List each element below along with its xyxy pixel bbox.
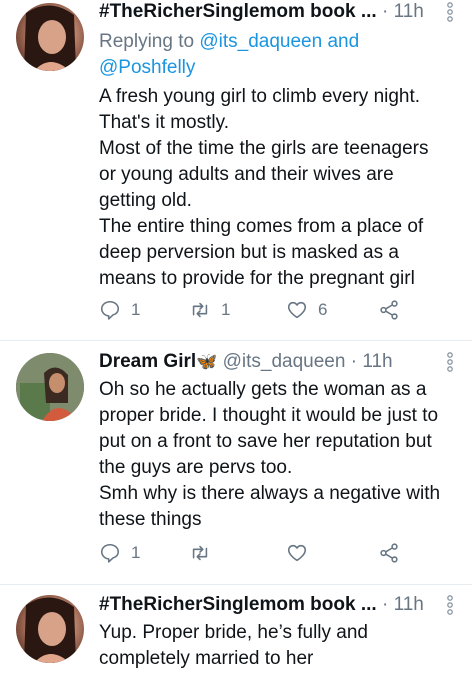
tweet-line: completely married to her [99,648,314,669]
tweet-line: means to provide for the pregnant girl [99,268,415,289]
tweet-header: Dream Girl🦋 @its_daqueen · 11h [99,351,456,377]
heart-icon [287,544,307,562]
mention-link[interactable]: @Poshfelly [99,57,195,78]
username[interactable]: @its_daqueen [223,351,346,372]
retweet-icon [192,302,208,318]
tweet-line: these things [99,509,202,530]
tweet[interactable]: Dream Girl🦋 @its_daqueen · 11h Oh so he … [0,341,472,586]
tweet-header: #TheRicherSinglemom book ... · 11h [99,1,456,27]
butterfly-emoji: 🦋 [196,352,218,371]
timestamp[interactable]: 11h [394,594,424,615]
more-vertical-icon[interactable] [446,351,454,373]
tweet-header: #TheRicherSinglemom book ... · 11h [99,594,456,620]
more-vertical-icon[interactable] [446,594,454,616]
display-name[interactable]: #TheRicherSinglemom book ... [99,594,377,615]
more-vertical-icon[interactable] [446,1,454,23]
tweet[interactable]: #TheRicherSinglemom book ... · 11h Yup. … [0,585,472,685]
reply-icon [100,300,120,320]
tweet-line: getting old. [99,190,192,211]
retweet-icon [192,545,208,561]
retweet-button[interactable]: 1 [189,295,230,325]
tweet-actions: 1 [99,538,419,568]
reply-icon [100,543,120,563]
tweet-line: That's it mostly. [99,112,229,133]
share-icon [380,543,398,563]
like-button[interactable] [286,538,308,568]
avatar[interactable] [16,353,84,421]
retweet-button[interactable] [189,538,211,568]
tweet-line: deep perversion but is masked as a [99,242,399,263]
tweet-line: or young adults and their wives are [99,164,394,185]
replying-to-and: and [322,31,360,52]
tweet-text: Oh so he actually gets the woman as a pr… [99,377,456,533]
avatar[interactable] [16,595,84,663]
display-name[interactable]: Dream Girl [99,351,196,372]
tweet-line: Smh why is there always a negative with [99,483,441,504]
tweet-line: Yup. Proper bride, he’s fully and [99,622,368,643]
display-name[interactable]: #TheRicherSinglemom book ... [99,1,377,22]
separator-dot: · [350,351,358,372]
retweet-count: 1 [221,300,231,319]
tweet-line: put on a front to save her reputation bu… [99,431,432,452]
share-button[interactable] [378,295,400,325]
tweet-text: A fresh young girl to climb every night.… [99,84,456,292]
share-icon [380,300,398,320]
heart-icon [287,301,307,319]
reply-button[interactable]: 1 [99,295,140,325]
tweet-line: A fresh young girl to climb every night. [99,86,421,107]
separator-dot: · [381,594,389,615]
timestamp[interactable]: 11h [362,351,392,372]
avatar[interactable] [16,3,84,71]
tweet-line: Most of the time the girls are teenagers [99,138,429,159]
reply-count: 1 [131,300,141,319]
replying-to-label: Replying to [99,31,200,52]
tweet-line: Oh so he actually gets the woman as a [99,379,427,400]
tweet[interactable]: #TheRicherSinglemom book ... · 11h Reply… [0,0,472,340]
timestamp[interactable]: 11h [394,1,424,22]
like-button[interactable]: 6 [286,295,327,325]
share-button[interactable] [378,538,400,568]
like-count: 6 [318,300,328,319]
tweet-text: Yup. Proper bride, he’s fully and comple… [99,620,456,672]
reply-button[interactable]: 1 [99,538,140,568]
tweet-actions: 1 1 6 [99,295,419,325]
reply-count: 1 [131,543,141,562]
separator-dot: · [381,1,389,22]
replying-to: Replying to @its_daqueen and @Poshfelly [99,29,456,81]
tweet-line: proper bride. I thought it would be just… [99,405,439,426]
tweet-line: the guys are pervs too. [99,457,293,478]
tweet-line: The entire thing comes from a place of [99,216,424,237]
mention-link[interactable]: @its_daqueen [199,31,322,52]
